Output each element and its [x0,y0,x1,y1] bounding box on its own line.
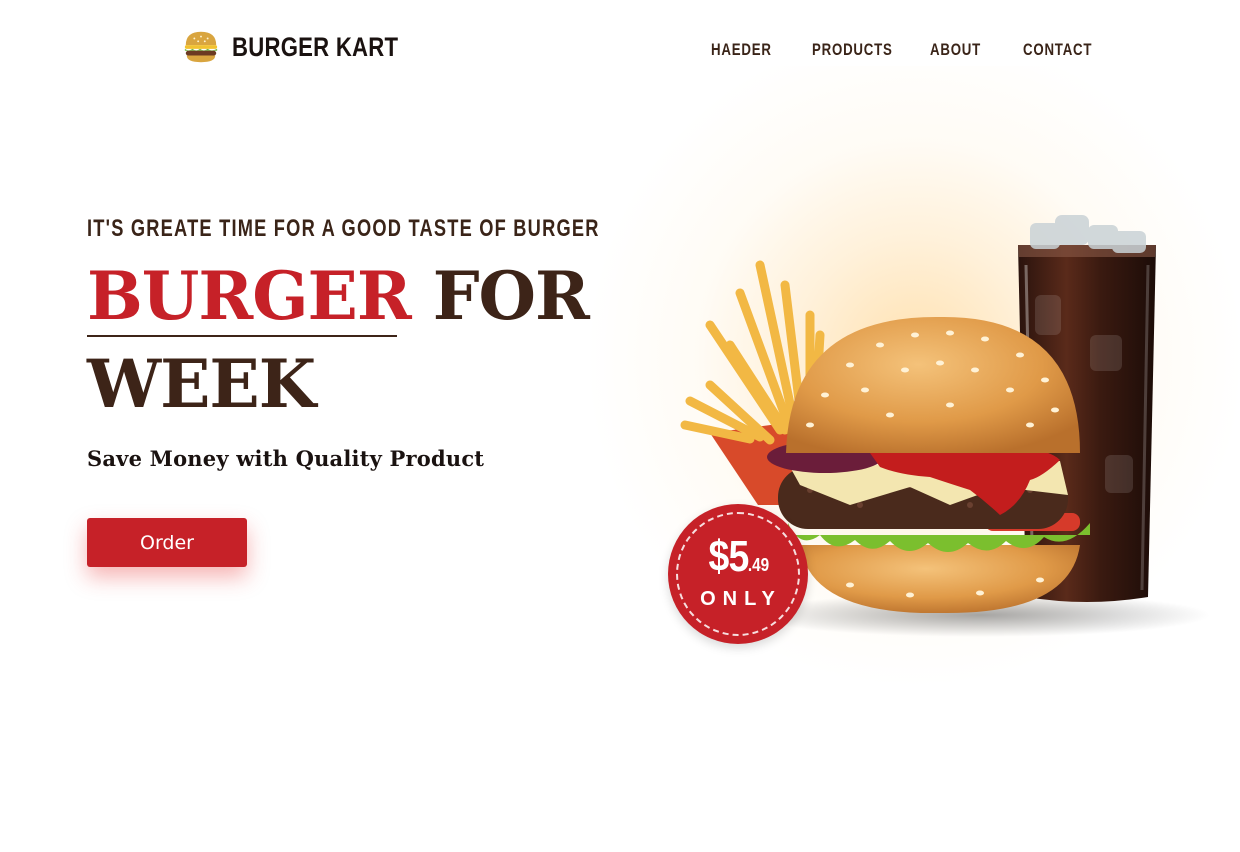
main-nav: HAEDER PRODUCTS ABOUT CONTACT [0,40,1240,62]
nav-item-contact[interactable]: CONTACT [1023,40,1092,60]
price-value: $5.49 [668,532,808,582]
price-dollars: $5 [708,532,750,581]
price-note: ONLY [700,588,782,610]
nav-item-haeder[interactable]: HAEDER [711,40,772,60]
hero-title: BURGER FOR WEEK [87,252,627,428]
hero-title-burger: BURGER [87,257,412,335]
nav-item-about[interactable]: ABOUT [930,40,981,60]
title-underline [87,335,397,337]
hero-title-week: WEEK [87,345,316,423]
nav-item-products[interactable]: PRODUCTS [812,40,893,60]
hero-eyebrow: IT'S GREATE TIME FOR A GOOD TASTE OF BUR… [87,215,600,242]
hero-subtitle: Save Money with Quality Product [87,446,485,471]
price-badge: $5.49 ONLY [668,504,808,644]
price-cents: .49 [747,555,770,575]
hero-title-for: FOR [432,257,590,335]
order-button[interactable]: Order [87,518,247,567]
